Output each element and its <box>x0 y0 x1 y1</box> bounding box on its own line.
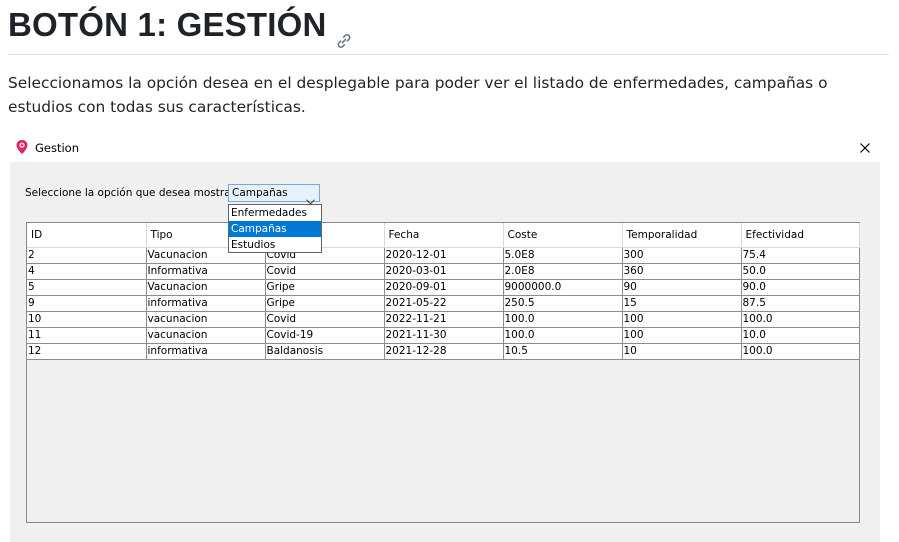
table-cell[interactable]: 2021-12-28 <box>383 343 504 360</box>
table-header-row: ID Tipo Fecha Coste Temporalidad Efectiv… <box>27 223 860 248</box>
table-cell[interactable]: 100 <box>621 311 742 328</box>
table-cell[interactable]: 100 <box>621 327 742 344</box>
table-cell[interactable]: vacunacion <box>145 311 266 328</box>
table-row[interactable]: 11 vacunacion Covid-19 2021-11-30 100.0 … <box>27 327 860 344</box>
table-row[interactable]: 5 Vacunacion Gripe 2020-09-01 9000000.0 … <box>27 279 860 296</box>
table-cell[interactable]: Vacunacion <box>145 279 266 296</box>
table-cell[interactable]: 2021-05-22 <box>383 295 504 312</box>
link-icon[interactable] <box>335 20 353 48</box>
table-cell[interactable]: Gripe <box>264 295 385 312</box>
table-cell[interactable]: 9000000.0 <box>502 279 623 296</box>
table-cell[interactable]: 12 <box>27 343 147 360</box>
table-cell[interactable]: 2.0E8 <box>502 263 623 280</box>
column-header-fecha[interactable]: Fecha <box>384 223 504 248</box>
table-cell[interactable]: 2020-09-01 <box>383 279 504 296</box>
table-cell[interactable]: 100.0 <box>502 311 623 328</box>
column-header-efectividad[interactable]: Efectividad <box>741 223 860 248</box>
table-cell[interactable]: Covid <box>264 263 385 280</box>
table-cell[interactable]: Baldanosis <box>264 343 385 360</box>
table-cell[interactable]: 300 <box>621 247 742 264</box>
table-cell[interactable]: 50.0 <box>740 263 860 280</box>
table-cell[interactable]: informativa <box>145 343 266 360</box>
table-row[interactable]: 2 Vacunacion Covid 2020-12-01 5.0E8 300 … <box>27 247 860 264</box>
table-cell[interactable]: informativa <box>145 295 266 312</box>
table-row[interactable]: 12 informativa Baldanosis 2021-12-28 10.… <box>27 343 860 360</box>
table-row[interactable]: 9 informativa Gripe 2021-05-22 250.5 15 … <box>27 295 860 312</box>
table-cell[interactable]: 100.0 <box>740 311 860 328</box>
table-row[interactable]: 4 Informativa Covid 2020-03-01 2.0E8 360… <box>27 263 860 280</box>
table-cell[interactable]: 90 <box>621 279 742 296</box>
table-cell[interactable]: 5.0E8 <box>502 247 623 264</box>
table-cell[interactable]: 360 <box>621 263 742 280</box>
option-dropdown-list[interactable]: Enfermedades Campañas Estudios <box>228 204 322 253</box>
option-combobox[interactable]: Campañas <box>228 184 320 205</box>
table-cell[interactable]: 9 <box>27 295 147 312</box>
column-header-coste[interactable]: Coste <box>503 223 623 248</box>
chevron-down-icon <box>306 190 315 205</box>
dropdown-item-estudios[interactable]: Estudios <box>229 237 321 253</box>
gestion-window: Gestion Seleccione la opción que desea m… <box>10 135 880 542</box>
table-cell[interactable]: 2020-12-01 <box>383 247 504 264</box>
table-cell[interactable]: 250.5 <box>502 295 623 312</box>
table-cell[interactable]: 87.5 <box>740 295 860 312</box>
table-cell[interactable]: 11 <box>27 327 147 344</box>
column-header-temporalidad[interactable]: Temporalidad <box>622 223 742 248</box>
option-label: Seleccione la opción que desea mostrar: <box>25 187 239 199</box>
heading-divider <box>8 54 889 55</box>
combobox-value: Campañas <box>232 187 288 199</box>
page-heading: BOTÓN 1: GESTIÓN <box>8 6 353 48</box>
table-cell[interactable]: 10.0 <box>740 327 860 344</box>
table-cell[interactable]: 5 <box>27 279 147 296</box>
description-paragraph: Seleccionamos la opción desea en el desp… <box>8 74 828 116</box>
table-cell[interactable]: Informativa <box>145 263 266 280</box>
table-cell[interactable]: 2 <box>27 247 147 264</box>
table-cell[interactable]: 2022-11-21 <box>383 311 504 328</box>
table-cell[interactable]: 10 <box>27 311 147 328</box>
table-cell[interactable]: vacunacion <box>145 327 266 344</box>
dropdown-item-campanas[interactable]: Campañas <box>229 221 321 237</box>
table-cell[interactable]: 10.5 <box>502 343 623 360</box>
table-cell[interactable]: 90.0 <box>740 279 860 296</box>
table-cell[interactable]: Gripe <box>264 279 385 296</box>
table-cell[interactable]: 100.0 <box>740 343 860 360</box>
window-titlebar[interactable]: Gestion <box>10 135 880 162</box>
table-cell[interactable]: 10 <box>621 343 742 360</box>
close-icon[interactable] <box>853 138 877 158</box>
table-row[interactable]: 10 vacunacion Covid 2022-11-21 100.0 100… <box>27 311 860 328</box>
table-cell[interactable]: 4 <box>27 263 147 280</box>
table-cell[interactable]: 2021-11-30 <box>383 327 504 344</box>
table-cell[interactable]: Covid <box>264 311 385 328</box>
map-pin-icon <box>15 139 29 155</box>
table-cell[interactable]: 100.0 <box>502 327 623 344</box>
table-cell[interactable]: 75.4 <box>740 247 860 264</box>
dropdown-item-enfermedades[interactable]: Enfermedades <box>229 205 321 221</box>
table-cell[interactable]: 15 <box>621 295 742 312</box>
campaigns-table[interactable]: ID Tipo Fecha Coste Temporalidad Efectiv… <box>26 222 860 523</box>
table-cell[interactable]: Covid-19 <box>264 327 385 344</box>
table-cell[interactable]: 2020-03-01 <box>383 263 504 280</box>
window-title: Gestion <box>35 141 80 155</box>
page-heading-text: BOTÓN 1: GESTIÓN <box>8 6 327 43</box>
column-header-id[interactable]: ID <box>27 223 147 248</box>
